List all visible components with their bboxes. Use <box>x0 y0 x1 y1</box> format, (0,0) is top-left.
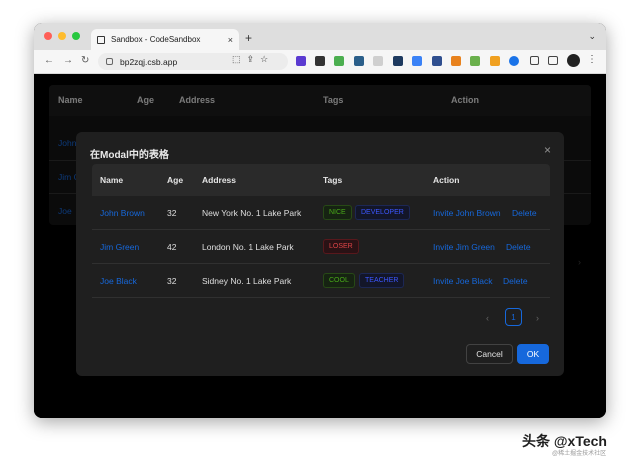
modal-dialog: 在Modal中的表格 × Name Age Address Tags Actio… <box>76 132 564 376</box>
extension-icon[interactable] <box>315 56 325 66</box>
modal-title: 在Modal中的表格 <box>90 150 169 161</box>
new-tab-icon[interactable]: + <box>245 31 252 45</box>
tag-badge: COOL <box>323 273 355 288</box>
url-text: bp2zqj.csb.app <box>120 56 178 67</box>
row-address: London No. 1 Lake Park <box>202 242 294 252</box>
browser-window: Sandbox - CodeSandbox × + ⌄ ← → ↻ bp2zqj… <box>34 23 606 418</box>
extension-icon[interactable] <box>509 56 519 66</box>
maximize-window-button[interactable] <box>72 32 80 40</box>
page-content: Name Age Address Tags Action John Jim G … <box>34 74 606 418</box>
extensions-puzzle-icon[interactable] <box>530 56 539 65</box>
row-name-link[interactable]: Joe Black <box>100 276 137 286</box>
watermark-text: 头条 @xTech <box>522 433 607 449</box>
address-bar-actions: ⬚ ⇪ ☆ <box>232 54 268 65</box>
row-address: Sidney No. 1 Lake Park <box>202 276 292 286</box>
minimize-window-button[interactable] <box>58 32 66 40</box>
delete-link[interactable]: Delete <box>506 242 531 252</box>
codesandbox-favicon-icon <box>97 35 105 44</box>
tag-badge: NICE <box>323 205 352 220</box>
invite-link[interactable]: Invite John Brown <box>433 208 501 218</box>
watermark: 头条 @xTech @稀土掘金技术社区 <box>522 431 607 457</box>
row-name-link[interactable]: John Brown <box>100 208 145 218</box>
tab-search-icon[interactable]: ⌄ <box>588 31 596 42</box>
install-app-icon[interactable]: ⬚ <box>232 54 241 65</box>
browser-tab[interactable]: Sandbox - CodeSandbox × <box>91 29 239 50</box>
close-icon[interactable]: × <box>544 143 551 157</box>
extension-icon[interactable] <box>296 56 306 66</box>
column-header-address: Address <box>202 175 237 185</box>
delete-link[interactable]: Delete <box>503 276 528 286</box>
tab-title: Sandbox - CodeSandbox <box>111 35 201 44</box>
watermark-subtext: @稀土掘金技术社区 <box>552 451 607 457</box>
window-controls <box>44 32 80 40</box>
row-name-link[interactable]: Jim Green <box>100 242 139 252</box>
forward-icon[interactable]: → <box>63 55 73 66</box>
extension-icon[interactable] <box>432 56 442 66</box>
site-info-icon[interactable] <box>106 58 113 65</box>
tag-badge: DEVELOPER <box>355 205 410 220</box>
table-row: Joe Black 32 Sidney No. 1 Lake Park COOL… <box>92 264 550 298</box>
column-header-name: Name <box>100 175 124 185</box>
share-icon[interactable]: ⇪ <box>247 54 255 65</box>
bookmark-star-icon[interactable]: ☆ <box>260 54 268 65</box>
prev-page-icon[interactable]: ‹ <box>486 313 489 323</box>
extension-icon[interactable] <box>354 56 364 66</box>
tag-badge: LOSER <box>323 239 359 254</box>
browser-toolbar: ← → ↻ bp2zqj.csb.app ⬚ ⇪ ☆ ⋮ <box>34 50 606 74</box>
extension-icon[interactable] <box>334 56 344 66</box>
page-1-button[interactable]: 1 <box>505 308 522 326</box>
side-panel-icon[interactable] <box>548 56 558 65</box>
close-window-button[interactable] <box>44 32 52 40</box>
extension-icon[interactable] <box>490 56 500 66</box>
row-address: New York No. 1 Lake Park <box>202 208 302 218</box>
column-header-tags: Tags <box>323 175 343 185</box>
extension-icon[interactable] <box>373 56 383 66</box>
cancel-button[interactable]: Cancel <box>466 344 513 364</box>
table-row: John Brown 32 New York No. 1 Lake Park N… <box>92 196 550 230</box>
delete-link[interactable]: Delete <box>512 208 537 218</box>
profile-avatar[interactable] <box>567 54 580 67</box>
table-header: Name Age Address Tags Action <box>92 164 550 196</box>
row-age: 32 <box>167 276 177 286</box>
extension-icon[interactable] <box>393 56 403 66</box>
reload-icon[interactable]: ↻ <box>81 55 89 66</box>
column-header-action: Action <box>433 175 460 185</box>
tag-badge: TEACHER <box>359 273 405 288</box>
row-age: 32 <box>167 208 177 218</box>
row-age: 42 <box>167 242 177 252</box>
extension-icon[interactable] <box>470 56 480 66</box>
invite-link[interactable]: Invite Jim Green <box>433 242 495 252</box>
next-page-icon[interactable]: › <box>536 313 539 323</box>
close-tab-icon[interactable]: × <box>228 35 233 45</box>
table-row: Jim Green 42 London No. 1 Lake Park LOSE… <box>92 230 550 264</box>
tab-bar: Sandbox - CodeSandbox × + ⌄ <box>34 23 606 50</box>
invite-link[interactable]: Invite Joe Black <box>433 276 493 286</box>
ok-button[interactable]: OK <box>517 344 549 364</box>
extension-icon[interactable] <box>412 56 422 66</box>
browser-menu-icon[interactable]: ⋮ <box>587 54 597 65</box>
metamask-extension-icon[interactable] <box>451 56 461 66</box>
column-header-age: Age <box>167 175 184 185</box>
back-icon[interactable]: ← <box>44 55 54 66</box>
